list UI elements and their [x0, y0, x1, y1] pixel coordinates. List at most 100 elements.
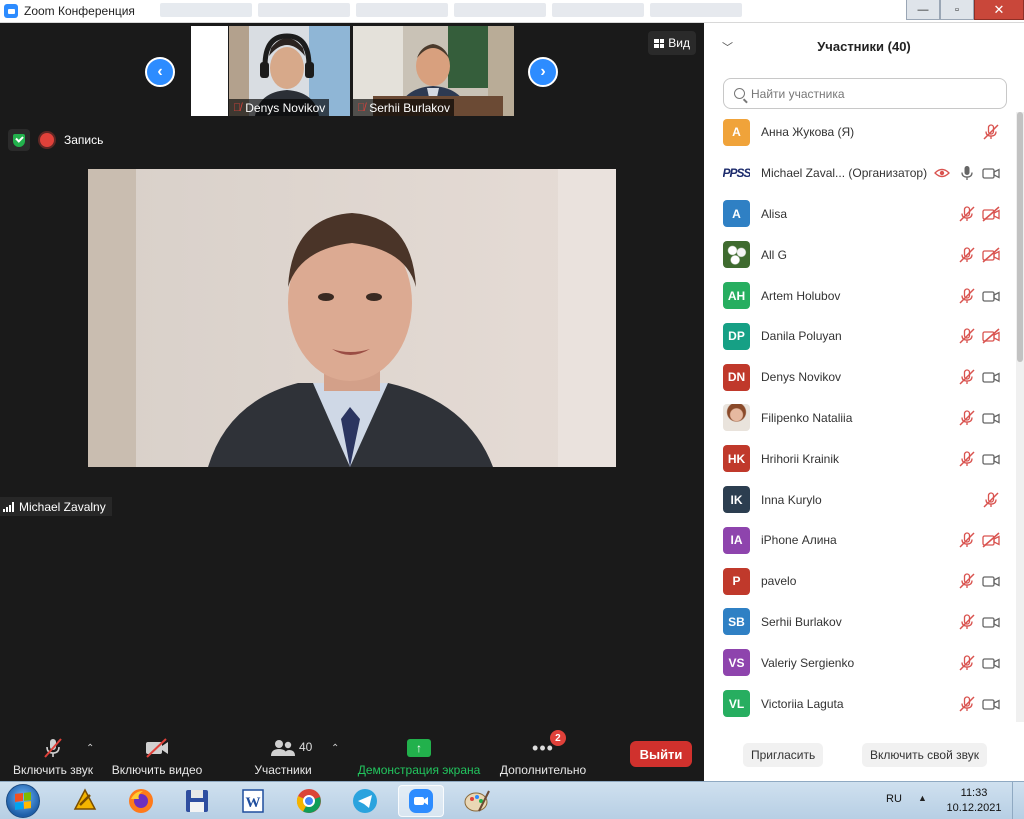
participant-avatar: A	[723, 200, 750, 228]
mic-muted-icon	[957, 655, 977, 671]
maximize-button[interactable]: ▫	[940, 0, 974, 20]
unmute-label: Включить звук	[12, 763, 94, 777]
start-video-button[interactable]: Включить видео	[108, 735, 206, 781]
participant-name: Serhii Burlakov	[761, 614, 842, 629]
participants-panel-title: Участники (40)	[817, 38, 911, 54]
search-icon	[734, 88, 745, 99]
participant-avatar: SB	[723, 608, 750, 636]
participant-list-scrollbar[interactable]	[1016, 112, 1024, 722]
participant-avatar	[723, 404, 750, 432]
participant-row[interactable]: DN Denys Novikov	[704, 357, 1016, 398]
video-icon	[981, 369, 1001, 385]
participant-row[interactable]: AH Artem Holubov	[704, 275, 1016, 316]
minimize-button[interactable]: —	[906, 0, 940, 20]
video-icon	[981, 614, 1001, 630]
active-speaker-video[interactable]	[88, 169, 616, 467]
video-icon	[981, 288, 1001, 304]
chrome-icon[interactable]	[286, 785, 332, 817]
mic-muted-icon	[957, 532, 977, 548]
mic-muted-icon	[957, 451, 977, 467]
participant-name: Danila Poluyan	[761, 329, 842, 344]
participant-row[interactable]: HK Hrihorii Krainik	[704, 438, 1016, 479]
participant-row[interactable]: Ppavelo	[704, 561, 1016, 602]
firefox-icon[interactable]	[118, 785, 164, 817]
leave-button[interactable]: Выйти	[630, 741, 692, 767]
start-button[interactable]	[6, 784, 40, 818]
scrollbar-thumb[interactable]	[1017, 112, 1023, 362]
more-button[interactable]: ••• 2 Дополнительно	[494, 730, 592, 781]
share-screen-button[interactable]: ↑ Демонстрация экрана	[352, 735, 486, 781]
participant-row[interactable]: IK Inna Kurylo	[704, 479, 1016, 520]
meeting-area: ‹ 🎙̸ Denys Novikov 🎙̸ Serhii Burlakov › …	[0, 23, 704, 781]
more-dots-icon: ••• 2	[532, 730, 566, 760]
participant-row[interactable]: Filipenko Nataliia	[704, 398, 1016, 439]
background-browser-tabs	[160, 3, 742, 17]
participants-button[interactable]: 40 Участники	[240, 735, 326, 781]
invite-button[interactable]: Пригласить	[743, 743, 824, 767]
share-screen-label: Демонстрация экрана	[357, 763, 481, 777]
video-off-icon	[144, 736, 170, 760]
mic-muted-icon	[981, 491, 1001, 508]
participant-row[interactable]: PPSS Michael Zaval... (Организатор)	[704, 153, 1016, 194]
unmute-button[interactable]: Включить звук	[8, 735, 98, 781]
video-icon	[981, 410, 1001, 426]
start-video-label: Включить видео	[111, 763, 203, 777]
status-row: Запись	[8, 129, 103, 151]
thumbnail-2-name: Serhii Burlakov	[369, 100, 450, 115]
participant-row[interactable]: IA iPhone Алина	[704, 520, 1016, 561]
thumbnail-strip: ‹ 🎙̸ Denys Novikov 🎙̸ Serhii Burlakov › …	[0, 23, 704, 120]
active-speaker-name: Michael Zavalny	[19, 499, 106, 514]
mic-muted-icon	[957, 410, 977, 426]
security-shield-icon[interactable]	[8, 129, 30, 151]
participant-row[interactable]: DP Danila Poluyan	[704, 316, 1016, 357]
thumbnail-video-2[interactable]: 🎙̸ Serhii Burlakov	[353, 26, 514, 116]
zoom-app-icon	[4, 4, 18, 18]
language-indicator[interactable]: RU	[886, 793, 902, 805]
winamp-icon[interactable]	[62, 785, 108, 817]
close-button[interactable]: ✕	[974, 0, 1024, 20]
participant-list[interactable]: A Анна Жукова (Я) PPSS Michael Zaval... (Ор…	[704, 112, 1016, 722]
share-screen-icon: ↑	[407, 739, 431, 757]
show-desktop-button[interactable]	[1012, 782, 1024, 819]
mic-muted-icon	[957, 328, 977, 344]
view-button[interactable]: Вид	[648, 31, 696, 55]
grid-view-icon	[654, 38, 665, 48]
participant-avatar: DN	[723, 363, 750, 391]
next-page-arrow-icon[interactable]: ›	[528, 57, 558, 87]
participant-avatar: IA	[723, 526, 750, 554]
video-icon	[981, 696, 1001, 712]
participants-options-caret-icon[interactable]: ⌃	[331, 743, 339, 754]
participant-avatar: HK	[723, 445, 750, 473]
participant-name: Valeriy Sergienko	[761, 655, 855, 670]
participant-row[interactable]: VL Victoriia Laguta	[704, 683, 1016, 722]
windows-logo-icon	[15, 792, 31, 810]
participant-row[interactable]: A Alisa	[704, 194, 1016, 235]
system-clock[interactable]: 11:33 10.12.2021	[946, 786, 1002, 816]
active-speaker-video-image	[88, 169, 616, 467]
mic-muted-icon	[957, 695, 977, 712]
tray-expand-icon[interactable]: ▲	[918, 793, 927, 803]
participant-avatar: DP	[723, 322, 750, 350]
participant-row[interactable]: SB Serhii Burlakov	[704, 602, 1016, 643]
participant-name: Michael Zaval... (Организатор)	[761, 166, 928, 181]
paint-icon[interactable]	[454, 785, 500, 817]
prev-page-arrow-icon[interactable]: ‹	[145, 57, 175, 87]
zoom-icon[interactable]	[398, 785, 444, 817]
view-button-label: Вид	[668, 36, 690, 50]
participant-name: Denys Novikov	[761, 370, 842, 385]
participant-name: Artem Holubov	[761, 288, 841, 303]
participant-row[interactable]: All G	[704, 234, 1016, 275]
participant-row[interactable]: A Анна Жукова (Я)	[704, 112, 1016, 153]
telegram-icon[interactable]	[342, 785, 388, 817]
participant-search-input[interactable]	[751, 86, 991, 101]
save-icon[interactable]	[174, 785, 220, 817]
participant-row[interactable]: VS Valeriy Sergienko	[704, 642, 1016, 683]
window-controls: — ▫ ✕	[906, 0, 1024, 20]
thumbnail-video-1[interactable]: 🎙̸ Denys Novikov	[229, 26, 350, 116]
word-icon[interactable]: W	[230, 785, 276, 817]
audio-options-caret-icon[interactable]: ⌃	[86, 743, 94, 754]
participant-search[interactable]	[723, 78, 1007, 109]
mic-muted-icon	[957, 369, 977, 385]
unmute-self-button[interactable]: Включить свой звук	[862, 743, 987, 767]
mic-muted-icon	[957, 206, 977, 222]
